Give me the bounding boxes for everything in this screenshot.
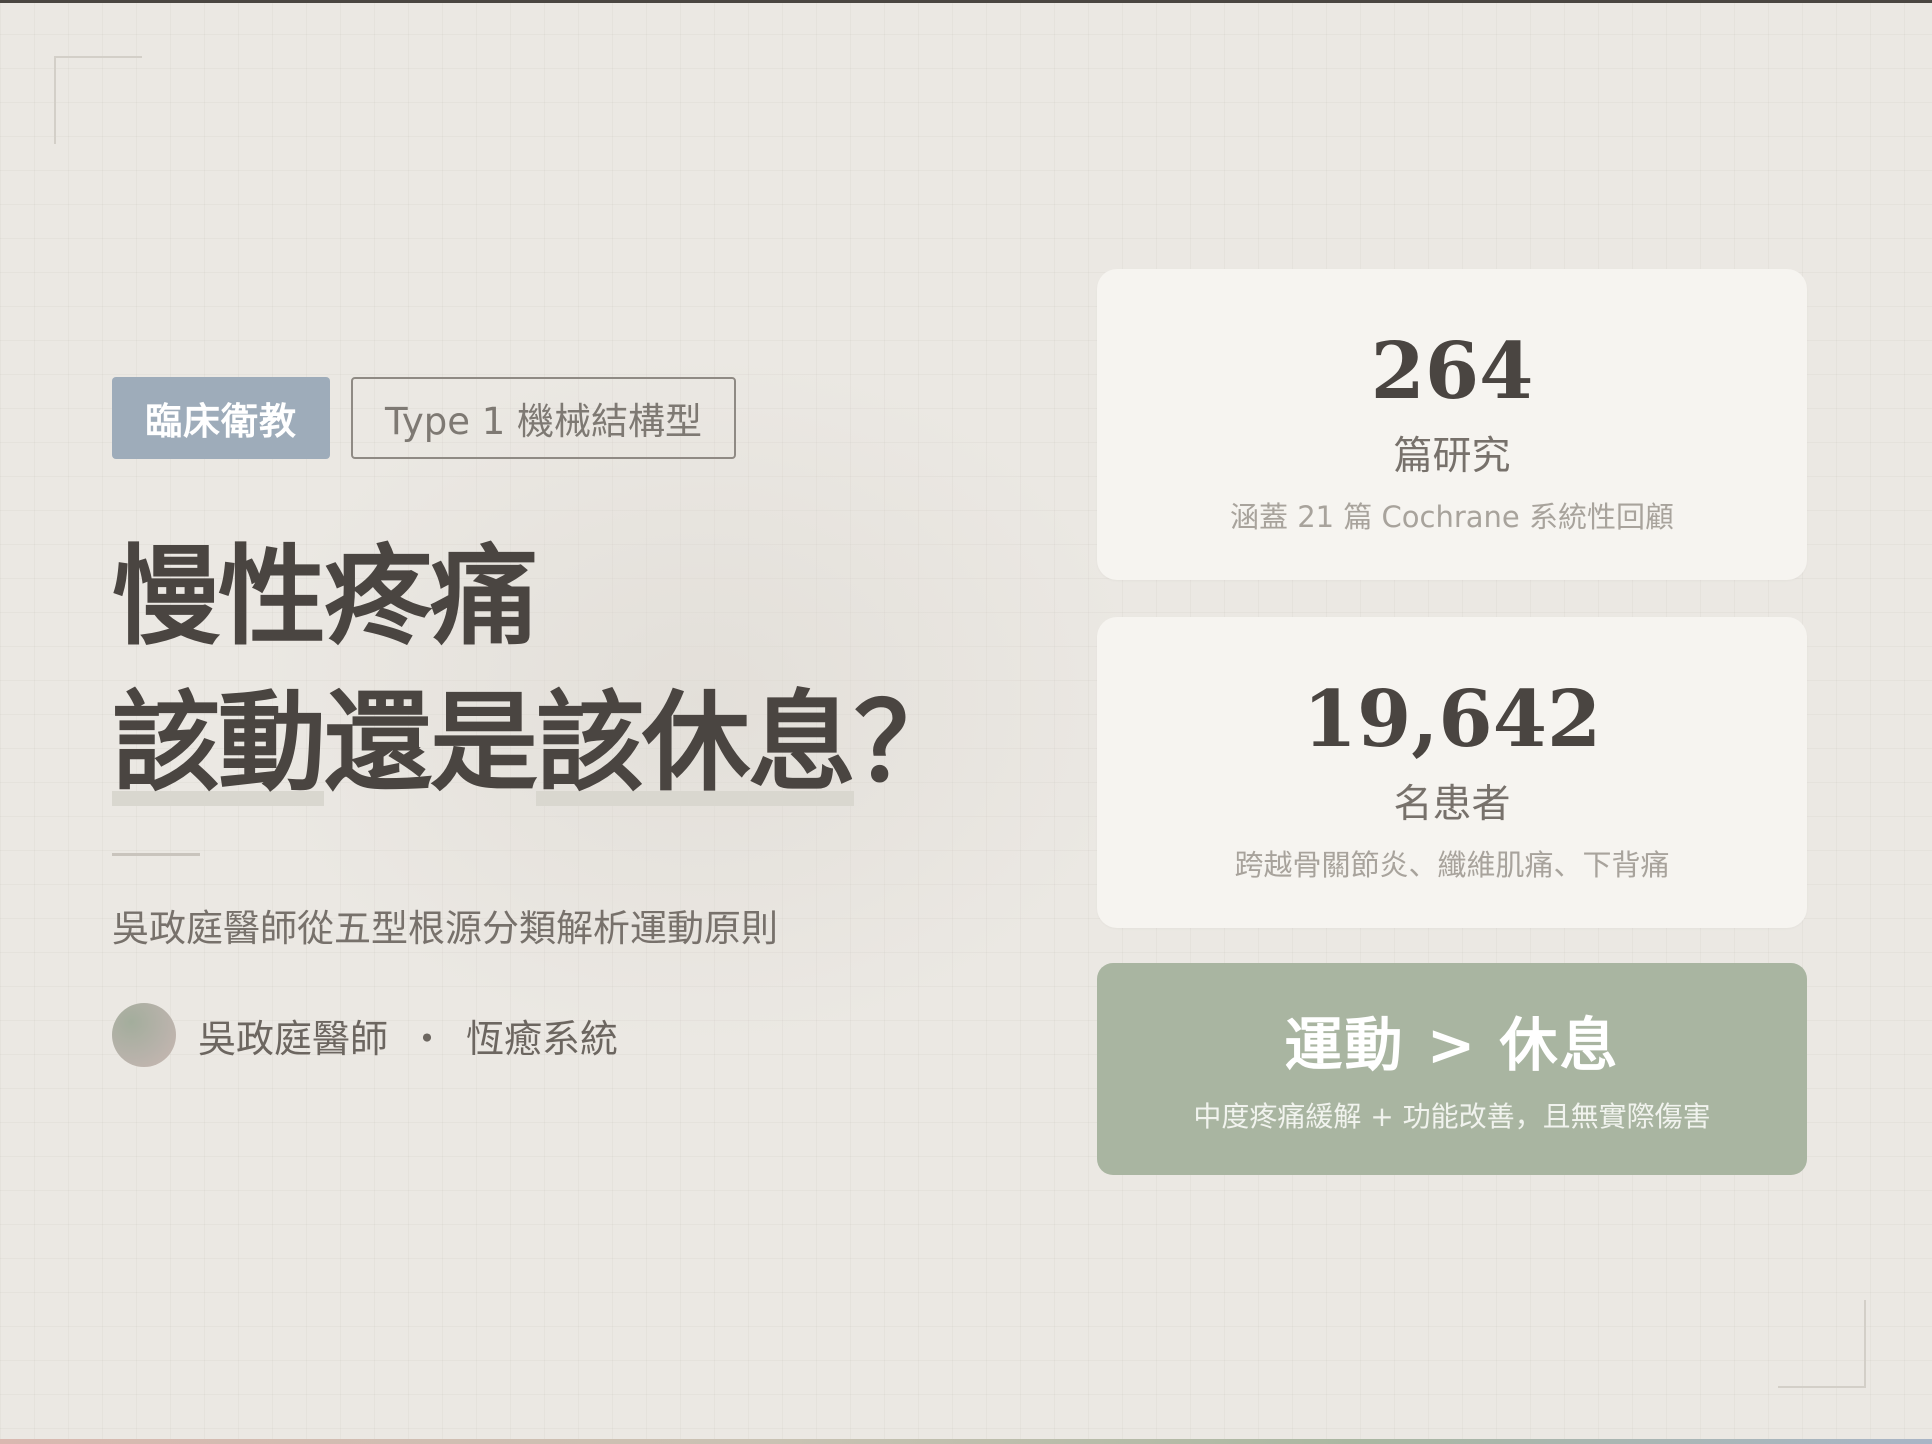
divider	[112, 853, 200, 856]
conclusion-detail: 中度疼痛緩解 + 功能改善，且無實際傷害	[1193, 1100, 1711, 1133]
headline-text-or: 還是	[324, 680, 538, 806]
stat-card-studies: 264 篇研究 涵蓋 21 篇 Cochrane 系統性回顧	[1097, 269, 1807, 580]
top-border-line	[0, 0, 1932, 3]
stat-note: 跨越骨關節炎、纖維肌痛、下背痛	[1234, 848, 1670, 882]
stat-value: 19,642	[1302, 674, 1602, 765]
stat-unit: 名患者	[1393, 782, 1511, 827]
headline-question-mark: ？	[854, 680, 962, 806]
headline-highlight-move: 該動	[112, 680, 326, 806]
corner-bracket-top-left	[54, 56, 142, 144]
headline-line-1: 慢性疼痛	[112, 534, 538, 660]
conclusion-card: 運動 > 休息 中度疼痛緩解 + 功能改善，且無實際傷害	[1097, 963, 1807, 1175]
conclusion-title: 運動 > 休息	[1284, 1011, 1620, 1079]
stat-unit: 篇研究	[1393, 434, 1511, 479]
corner-bracket-bottom-right	[1778, 1300, 1866, 1388]
tag-type: Type 1 機械結構型	[351, 377, 737, 459]
bottom-gradient-line	[0, 1439, 1932, 1444]
author-separator: ・	[408, 1016, 447, 1061]
subtitle: 吳政庭醫師從五型根源分類解析運動原則	[112, 907, 778, 950]
slide-canvas: 臨床衛教 Type 1 機械結構型 慢性疼痛 該動還是該休息？ 吳政庭醫師從五型…	[0, 0, 1932, 1444]
tag-clinical-education: 臨床衛教	[112, 377, 330, 459]
tag-row: 臨床衛教 Type 1 機械結構型	[112, 377, 737, 459]
stat-value: 264	[1370, 326, 1534, 417]
headline-highlight-rest: 該休息	[536, 680, 856, 806]
author-org: 恆癒系統	[466, 1016, 619, 1061]
avatar	[112, 1003, 176, 1067]
stat-note: 涵蓋 21 篇 Cochrane 系統性回顧	[1229, 500, 1674, 534]
headline: 慢性疼痛 該動還是該休息？	[112, 524, 962, 816]
stat-card-patients: 19,642 名患者 跨越骨關節炎、纖維肌痛、下背痛	[1097, 617, 1807, 928]
author-row: 吳政庭醫師 ・ 恆癒系統	[112, 1003, 618, 1067]
author-name: 吳政庭醫師	[198, 1016, 389, 1061]
headline-line-2: 該動還是該休息？	[112, 670, 962, 816]
